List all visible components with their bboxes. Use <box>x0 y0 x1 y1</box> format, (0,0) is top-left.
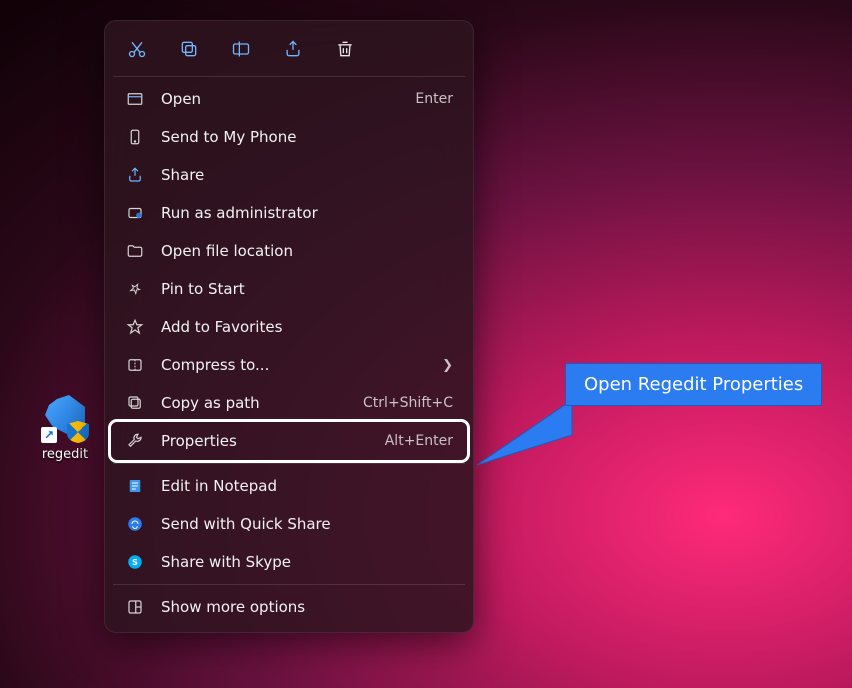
menu-item-label: Open file location <box>161 242 453 260</box>
copy-icon <box>179 39 199 59</box>
desktop-shortcut-label: regedit <box>42 447 88 462</box>
share-button[interactable] <box>281 37 305 61</box>
menu-item-label: Pin to Start <box>161 280 453 298</box>
menu-item-label: Send with Quick Share <box>161 515 453 533</box>
context-menu-iconbar <box>111 27 467 73</box>
annotation-callout: Open Regedit Properties <box>565 363 822 406</box>
pin-icon <box>125 279 145 299</box>
cut-icon <box>127 39 147 59</box>
separator <box>113 463 465 464</box>
notepad-icon <box>125 476 145 496</box>
menu-item-label: Compress to... <box>161 356 426 374</box>
menu-item-compress-to[interactable]: Compress to... ❯ <box>111 346 467 384</box>
context-menu: Open Enter Send to My Phone Share Run as… <box>104 20 474 633</box>
menu-item-label: Copy as path <box>161 394 347 412</box>
phone-icon <box>125 127 145 147</box>
menu-item-label: Share <box>161 166 453 184</box>
shield-icon <box>125 203 145 223</box>
menu-item-open[interactable]: Open Enter <box>111 80 467 118</box>
menu-item-edit-in-notepad[interactable]: Edit in Notepad <box>111 467 467 505</box>
menu-item-send-with-quick-share[interactable]: Send with Quick Share <box>111 505 467 543</box>
menu-item-label: Send to My Phone <box>161 128 453 146</box>
share-arrow-icon <box>125 165 145 185</box>
menu-item-shortcut: Alt+Enter <box>385 433 453 449</box>
menu-item-send-to-phone[interactable]: Send to My Phone <box>111 118 467 156</box>
menu-item-pin-to-start[interactable]: Pin to Start <box>111 270 467 308</box>
delete-button[interactable] <box>333 37 357 61</box>
rename-icon <box>231 39 251 59</box>
menu-item-label: Add to Favorites <box>161 318 453 336</box>
skype-icon: S <box>125 552 145 572</box>
copy-path-icon <box>125 393 145 413</box>
menu-item-label: Run as administrator <box>161 204 453 222</box>
chevron-right-icon: ❯ <box>442 358 453 373</box>
folder-icon <box>125 241 145 261</box>
regedit-icon: ↗ <box>41 395 89 443</box>
open-icon <box>125 89 145 109</box>
menu-item-shortcut: Enter <box>415 91 453 107</box>
menu-item-share[interactable]: Share <box>111 156 467 194</box>
menu-item-run-as-admin[interactable]: Run as administrator <box>111 194 467 232</box>
menu-item-label: Edit in Notepad <box>161 477 453 495</box>
separator <box>113 584 465 585</box>
star-icon <box>125 317 145 337</box>
menu-item-label: Share with Skype <box>161 553 453 571</box>
menu-item-show-more-options[interactable]: Show more options <box>111 588 467 626</box>
menu-item-label: Properties <box>161 432 369 450</box>
copy-button[interactable] <box>177 37 201 61</box>
delete-icon <box>335 39 355 59</box>
more-options-icon <box>125 597 145 617</box>
menu-item-copy-as-path[interactable]: Copy as path Ctrl+Shift+C <box>111 384 467 422</box>
share-icon <box>283 39 303 59</box>
menu-item-shortcut: Ctrl+Shift+C <box>363 395 453 411</box>
separator <box>113 76 465 77</box>
rename-button[interactable] <box>229 37 253 61</box>
desktop-shortcut-regedit[interactable]: ↗ regedit <box>30 395 100 462</box>
archive-icon <box>125 355 145 375</box>
menu-item-label: Show more options <box>161 598 453 616</box>
menu-item-open-file-location[interactable]: Open file location <box>111 232 467 270</box>
svg-text:S: S <box>132 557 138 567</box>
callout-text: Open Regedit Properties <box>584 374 803 395</box>
cut-button[interactable] <box>125 37 149 61</box>
properties-icon <box>125 431 145 451</box>
quick-share-icon <box>125 514 145 534</box>
menu-item-add-to-favorites[interactable]: Add to Favorites <box>111 308 467 346</box>
menu-item-label: Open <box>161 90 399 108</box>
menu-item-properties[interactable]: Properties Alt+Enter <box>111 422 467 460</box>
menu-item-share-with-skype[interactable]: S Share with Skype <box>111 543 467 581</box>
